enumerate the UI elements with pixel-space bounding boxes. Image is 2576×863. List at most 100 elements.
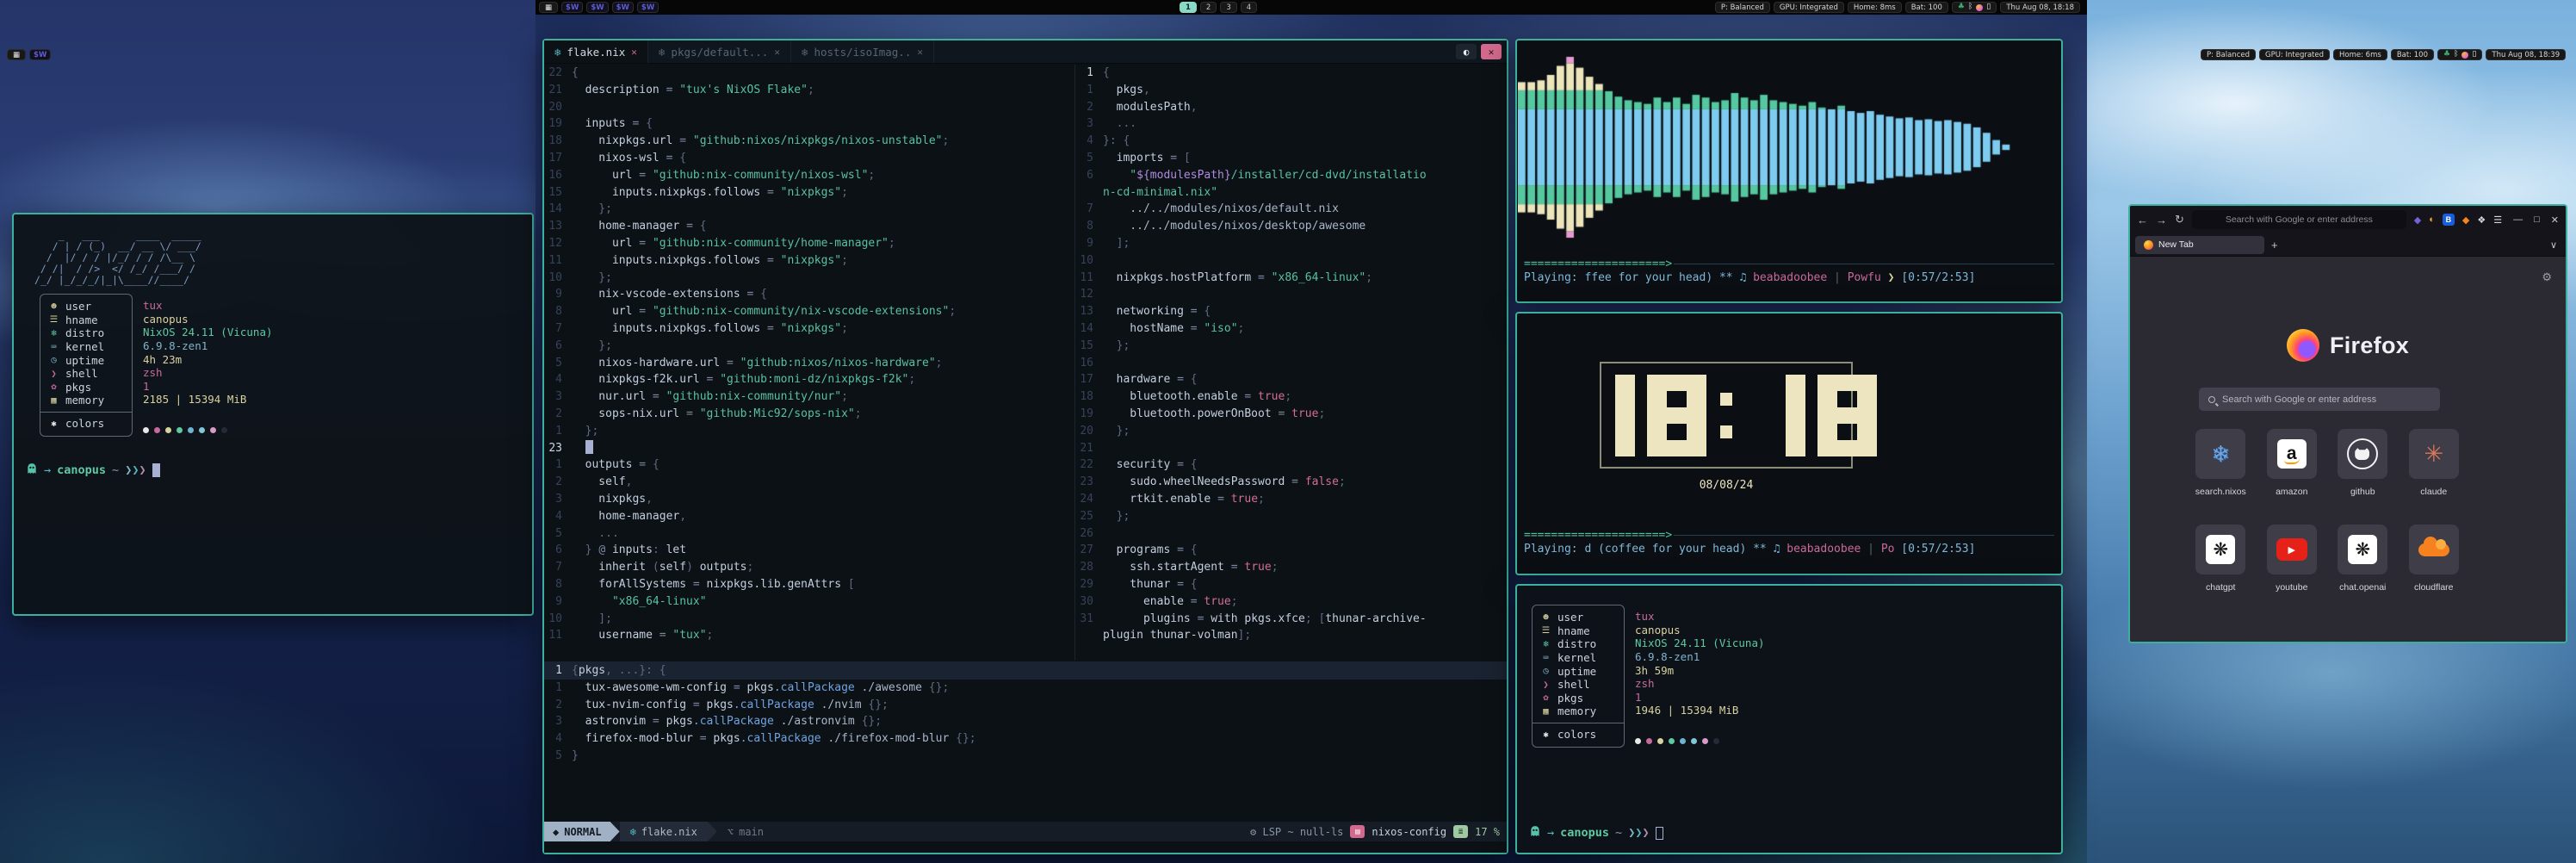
dark-reader-icon[interactable]: ◐ (2429, 214, 2435, 225)
maximize-button[interactable]: □ (2534, 214, 2540, 225)
code-line: 7 ../../modules/nixos/default.nix (1075, 201, 1507, 218)
tab-hosts-isoimage[interactable]: ❄ hosts/isoImag.. ✕ (791, 40, 934, 63)
pkgs-icon: ✿ (48, 382, 59, 392)
shortcut-claude[interactable]: ✳claude (2399, 429, 2470, 497)
tab-flake-nix[interactable]: ❄ flake.nix ✕ (544, 40, 648, 63)
shortcut-github[interactable]: github (2327, 429, 2399, 497)
code-line: 23 sudo.wheelNeedsPassword = false; (1075, 474, 1507, 491)
shortcut-chatgpt[interactable]: ❋chatgpt (2185, 525, 2257, 593)
tag-indicator[interactable]: $W (29, 49, 51, 60)
clock-terminal-window[interactable]: 08/08/24 =====================> Playing:… (1515, 312, 2063, 575)
code-line: 16 url = "github:nix-community/nixos-wsl… (544, 167, 1074, 184)
personalize-gear-icon[interactable]: ⚙ (2542, 270, 2552, 284)
code-line: 4 firefox-mod-blur = pkgs.callPackage ./… (544, 730, 1507, 748)
tab-pkgs-default[interactable]: ❄ pkgs/default... ✕ (648, 40, 791, 63)
code-line: 1 outputs = { (544, 456, 1074, 474)
fetch-row: ❯shell (40, 367, 132, 381)
code-line: 2 modulesPath, (1075, 99, 1507, 116)
shell-prompt[interactable]: →canopus~❯❯❯ (1529, 825, 1663, 841)
code-line: 8 ../../modules/nixos/desktop/awesome (1075, 218, 1507, 235)
app-grid-icon[interactable]: ▦ (539, 2, 558, 13)
tag-indicator[interactable]: $W (612, 2, 634, 13)
shortcut-amazon[interactable]: aamazon (2257, 429, 2328, 497)
code-line: 2 tux-nvim-config = pkgs.callPackage ./n… (544, 697, 1507, 714)
cava-terminal-window[interactable]: =====================> Playing: ffee for… (1515, 39, 2063, 303)
search-input[interactable]: Search with Google or enter address (2199, 388, 2440, 411)
extensions-puzzle-icon[interactable]: ❖ (2477, 214, 2486, 226)
tray-icons[interactable]: ♣ ᛒ ▯ (2437, 49, 2482, 60)
neovim-window[interactable]: ❄ flake.nix ✕ ❄ pkgs/default... ✕ ❄ host… (542, 39, 1508, 854)
code-line: 29 thunar = { (1075, 576, 1507, 593)
code-line: 16 (1075, 355, 1507, 372)
mode-segment: ◆ NORMAL (544, 822, 610, 841)
shortcut-cloudflare[interactable]: cloudflare (2399, 525, 2470, 593)
code-line: 13 networking = { (1075, 303, 1507, 320)
minimize-button[interactable]: — (2513, 214, 2523, 225)
window-close-button[interactable]: ✕ (1481, 44, 1502, 59)
code-line: 12 (1075, 286, 1507, 303)
code-line: 18 bluetooth.enable = true; (1075, 388, 1507, 406)
workspace-3[interactable]: 3 (1220, 2, 1236, 13)
workspace-2[interactable]: 2 (1200, 2, 1217, 13)
shell-icon: ❯ (1540, 680, 1551, 690)
back-button[interactable]: ← (2137, 214, 2148, 227)
bitwarden-icon[interactable]: B (2443, 214, 2455, 226)
fetch-row: ❄distro (40, 326, 132, 340)
code-line: 2 self, (544, 474, 1074, 491)
code-line: 1 }; (544, 423, 1074, 440)
code-line: 3 astronvim = pkgs.callPackage ./astronv… (544, 713, 1507, 730)
tag-indicator[interactable]: $W (561, 2, 583, 13)
file-segment: ❄ flake.nix (620, 822, 708, 841)
menu-icon[interactable]: ☰ (2493, 214, 2502, 226)
forward-button[interactable]: → (2156, 214, 2167, 227)
terminal-window-fetch-right[interactable]: ☻user☰hname❄distro⌨kernel◷uptime❯shell✿p… (1515, 584, 2063, 854)
bluetooth-icon: ᛒ (1968, 3, 1972, 11)
tab-list-chevron-icon[interactable]: ∨ (2550, 239, 2561, 251)
workspace-1[interactable]: 1 (1180, 2, 1197, 13)
close-button[interactable]: ✕ (2551, 214, 2559, 226)
code-line: n-cd-minimal.nix" (1075, 184, 1507, 202)
code-line: 22 security = { (1075, 456, 1507, 474)
app-grid-icon[interactable]: ▦ (7, 49, 26, 60)
metamask-icon[interactable]: ◆ (2462, 214, 2469, 226)
shortcut-grid: ❄search.nixosaamazongithub✳claude ❋chatgp… (2185, 429, 2469, 593)
extension-diamond-icon[interactable]: ◆ (2414, 214, 2421, 226)
code-line: 19 bluetooth.powerOnBoot = true; (1075, 406, 1507, 423)
terminal-window-fetch-left[interactable]: _ ___ ____ _____ / | / (_) __/ __ \/ ___… (12, 213, 534, 616)
fetch-row: ☻user (40, 300, 132, 314)
code-line: 4 home-manager, (544, 508, 1074, 525)
firefox-window[interactable]: ← → ↻ Search with Google or enter addres… (2128, 204, 2567, 643)
theme-toggle-button[interactable]: ◐ (1456, 44, 1477, 59)
editor-pane-pkgs-default[interactable]: 1{pkgs, ...}: {1 tux-awesome-wm-config =… (544, 661, 1507, 821)
clock-main: Thu Aug 08, 18:18 (2000, 2, 2080, 13)
tab-close-icon[interactable]: ✕ (774, 47, 780, 58)
shortcut-search.nixos[interactable]: ❄search.nixos (2185, 429, 2257, 497)
tab-close-icon[interactable]: ✕ (631, 47, 637, 58)
url-bar[interactable]: Search with Google or enter address (2192, 210, 2406, 229)
tab-new-tab[interactable]: New Tab (2135, 236, 2264, 254)
reload-button[interactable]: ↻ (2175, 213, 2184, 227)
media-indicator-icon (1976, 4, 1983, 11)
workspace-4[interactable]: 4 (1241, 2, 1257, 13)
fetch-row: ☻user (1533, 611, 1624, 624)
command-line[interactable] (544, 841, 1507, 853)
shortcut-chat.openai[interactable]: ❋chat.openai (2327, 525, 2399, 593)
code-line: 1{pkgs, ...}: { (544, 662, 1507, 680)
tab-close-icon[interactable]: ✕ (917, 47, 923, 58)
network-icon: ♣ (1958, 3, 1965, 11)
status-bar-main: ▦ $W$W$W$W 1234 P: BalancedGPU: Integrat… (536, 0, 2087, 15)
terminal-cursor (152, 463, 160, 477)
tray-icons[interactable]: ♣ ᛒ ▯ (1952, 2, 1997, 13)
shell-prompt[interactable]: →canopus~❯❯❯ (26, 463, 160, 478)
new-tab-page: ⚙ Firefox Search with Google or enter ad… (2130, 257, 2566, 642)
code-line: 15 }; (1075, 338, 1507, 355)
editor-pane-isoimage[interactable]: 1{1 pkgs,2 modulesPath,3 ...4}: {5 impor… (1075, 65, 1507, 661)
editor-pane-flake[interactable]: 22{21 description = "tux's NixOS Flake";… (544, 65, 1075, 661)
code-line: 3 ... (1075, 115, 1507, 133)
tag-indicator[interactable]: $W (586, 2, 608, 13)
shortcut-youtube[interactable]: ▶youtube (2257, 525, 2328, 593)
nix-file-icon: ❄ (659, 46, 666, 59)
memory-icon: ▦ (1540, 706, 1551, 717)
tag-indicator[interactable]: $W (637, 2, 659, 13)
new-tab-button[interactable]: + (2271, 239, 2278, 251)
